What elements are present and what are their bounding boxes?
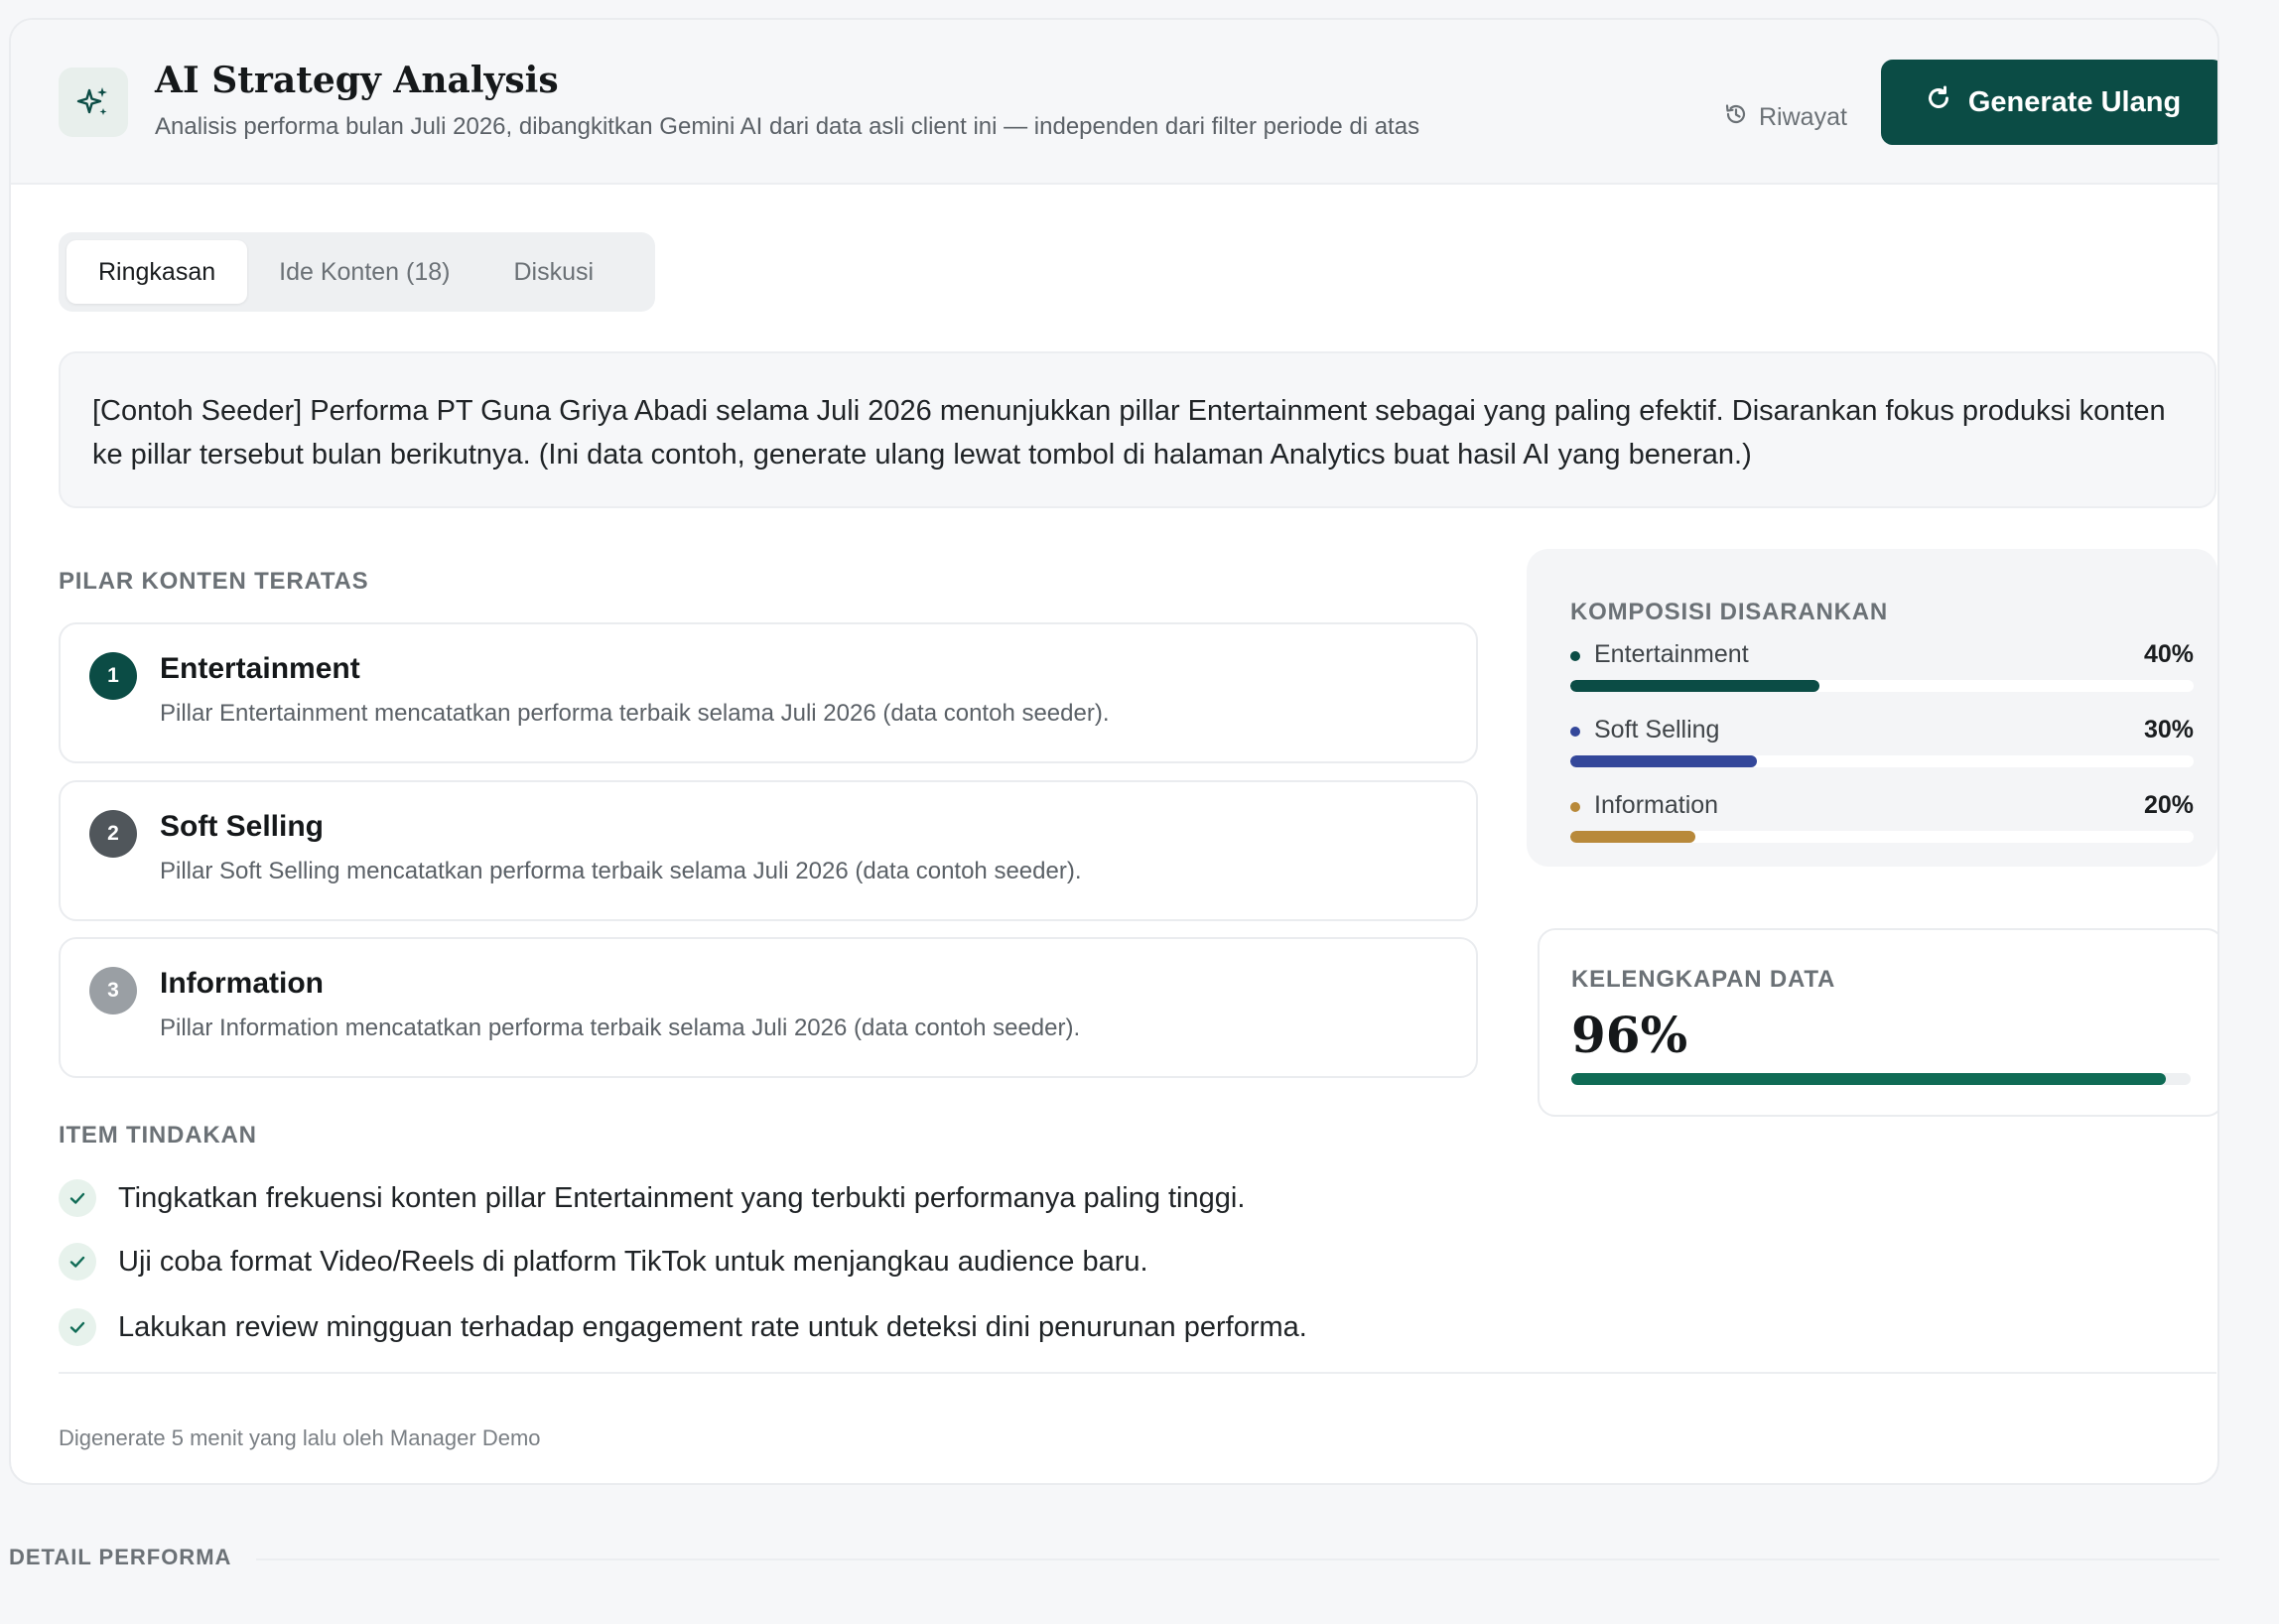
footer-divider (59, 1372, 2216, 1374)
history-button[interactable]: Riwayat (1723, 101, 1847, 134)
composition-percent: 20% (2143, 791, 2194, 819)
series-dot (1570, 651, 1580, 661)
pillar-card: 2 Soft Selling Pillar Soft Selling menca… (59, 780, 1478, 921)
pillar-description: Pillar Entertainment mencatatkan perform… (160, 700, 1110, 727)
check-icon (59, 1243, 96, 1281)
action-text: Tingkatkan frekuensi konten pillar Enter… (118, 1181, 1246, 1214)
composition-bar-track (1570, 680, 2194, 692)
page-title: AI Strategy Analysis (155, 60, 559, 101)
action-text: Lakukan review mingguan terhadap engagem… (118, 1310, 1307, 1343)
tab-ringkasan[interactable]: Ringkasan (67, 240, 248, 304)
composition-percent: 30% (2143, 716, 2194, 744)
composition-bar-track (1570, 831, 2194, 843)
top-pillars-heading: PILAR KONTEN TERATAS (59, 568, 369, 595)
pillar-title: Soft Selling (160, 810, 324, 843)
card-header: AI Strategy Analysis Analisis performa b… (11, 20, 2217, 185)
composition-name: Entertainment (1594, 640, 1749, 668)
rank-badge: 1 (89, 652, 137, 700)
composition-name: Information (1594, 791, 1719, 819)
pillar-card: 1 Entertainment Pillar Entertainment men… (59, 622, 1478, 763)
composition-panel: KOMPOSISI DISARANKAN Entertainment 40% S… (1527, 549, 2217, 867)
generate-again-button[interactable]: Generate Ulang (1881, 60, 2217, 145)
rank-badge: 3 (89, 967, 137, 1015)
history-label: Riwayat (1759, 103, 1847, 131)
pillar-description: Pillar Information mencatatkan performa … (160, 1015, 1081, 1041)
composition-bar-fill (1570, 680, 1820, 692)
tab-ide-konten[interactable]: Ide Konten (18) (247, 240, 481, 304)
pillar-title: Information (160, 967, 324, 1000)
composition-name: Soft Selling (1594, 716, 1720, 744)
action-item: Uji coba format Video/Reels di platform … (59, 1243, 1148, 1281)
sparkles-icon (59, 68, 128, 137)
check-icon (59, 1179, 96, 1217)
action-item: Lakukan review mingguan terhadap engagem… (59, 1308, 1307, 1346)
page-subtitle: Analisis performa bulan Juli 2026, diban… (155, 113, 1420, 140)
series-dot (1570, 802, 1580, 812)
composition-bar-track (1570, 755, 2194, 767)
history-icon (1723, 101, 1749, 134)
action-items-heading: ITEM TINDAKAN (59, 1122, 257, 1149)
detail-performance-heading: DETAIL PERFORMA (9, 1545, 232, 1569)
completeness-value: 96% (1571, 1006, 1688, 1064)
series-dot (1570, 727, 1580, 737)
tab-diskusi[interactable]: Diskusi (481, 240, 625, 304)
tab-bar: Ringkasan Ide Konten (18) Diskusi (59, 232, 655, 312)
completeness-bar-track (1571, 1073, 2191, 1085)
action-item: Tingkatkan frekuensi konten pillar Enter… (59, 1179, 1245, 1217)
generate-label: Generate Ulang (1967, 85, 2182, 118)
composition-bar-fill (1570, 831, 1695, 843)
pillar-title: Entertainment (160, 652, 360, 685)
summary-text: [Contoh Seeder] Performa PT Guna Griya A… (59, 351, 2216, 508)
refresh-icon (1925, 84, 1952, 120)
section-divider (256, 1558, 2219, 1560)
data-completeness-panel: KELENGKAPAN DATA 96% (1538, 928, 2217, 1117)
action-text: Uji coba format Video/Reels di platform … (118, 1245, 1148, 1278)
composition-percent: 40% (2143, 640, 2194, 668)
ai-strategy-card: AI Strategy Analysis Analisis performa b… (9, 18, 2219, 1485)
pillar-description: Pillar Soft Selling mencatatkan performa… (160, 858, 1082, 884)
completeness-bar-fill (1571, 1073, 2167, 1085)
pillar-card: 3 Information Pillar Information mencata… (59, 937, 1478, 1078)
composition-bar-fill (1570, 755, 1758, 767)
completeness-heading: KELENGKAPAN DATA (1571, 966, 1836, 993)
generated-by-note: Digenerate 5 menit yang lalu oleh Manage… (59, 1425, 541, 1450)
rank-badge: 2 (89, 810, 137, 858)
composition-heading: KOMPOSISI DISARANKAN (1570, 599, 1889, 625)
check-icon (59, 1308, 96, 1346)
